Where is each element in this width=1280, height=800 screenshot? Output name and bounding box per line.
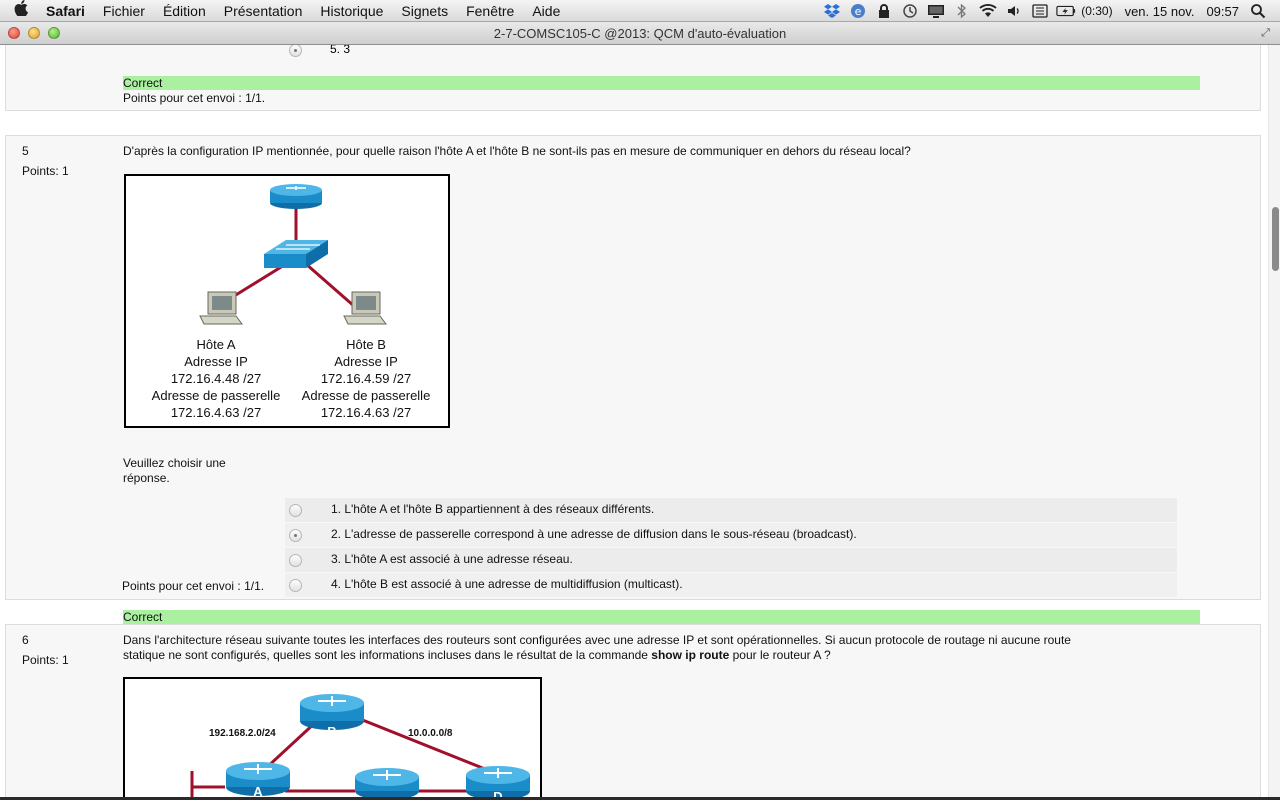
close-window-button[interactable] (8, 27, 20, 39)
question-box-4: 5. 3 Correct Points pour cet envoi : 1/1… (5, 45, 1261, 111)
battery-icon[interactable] (1056, 3, 1076, 19)
question-box-6: 6 Points: 1 Dans l'architecture réseau s… (5, 624, 1261, 797)
lock-icon[interactable] (874, 3, 894, 19)
zoom-window-button[interactable] (48, 27, 60, 39)
battery-time: (0:30) (1081, 4, 1113, 18)
menubar-date[interactable]: ven. 15 nov. (1119, 4, 1201, 19)
command-text: show ip route (651, 648, 730, 662)
host-b-name: Hôte B (346, 337, 386, 352)
pc-host-b-icon (343, 291, 387, 325)
host-b-label-block: Hôte B Adresse IP 172.16.4.59 /27 Adress… (286, 336, 446, 421)
router-topology-graphic: B A D 192.168.2.0/24 10.0.0.0/8 (190, 694, 530, 797)
menu-bar: Safari Fichier Édition Présentation Hist… (0, 0, 1280, 22)
answer-radio-selected[interactable] (289, 45, 302, 57)
host-a-gw-label: Adresse de passerelle (151, 388, 281, 403)
answer-label: 3. L'hôte A est associé à une adresse ré… (331, 552, 573, 566)
answer-radio[interactable] (289, 579, 302, 592)
points-awarded: Points pour cet envoi : 1/1. (123, 91, 266, 105)
question-points: Points: 1 (22, 653, 69, 667)
answer-option-1[interactable]: 1. L'hôte A et l'hôte B appartiennent à … (285, 498, 1177, 522)
host-a-ip-label: Adresse IP (184, 354, 248, 369)
answer-option-4[interactable]: 4. L'hôte B est associé à une adresse de… (285, 573, 1177, 597)
host-b-gw-label: Adresse de passerelle (301, 388, 431, 403)
volume-icon[interactable] (1004, 3, 1024, 19)
menu-presentation[interactable]: Présentation (215, 3, 312, 19)
router-topology-diagram: B A D 192.168.2.0/24 10.0.0.0/8 (123, 677, 542, 797)
question-number: 6 (22, 633, 29, 647)
window-controls (8, 27, 60, 39)
display-icon[interactable] (926, 3, 946, 19)
time-machine-icon[interactable] (900, 3, 920, 19)
menu-fenetre[interactable]: Fenêtre (457, 3, 523, 19)
topology-graphic (199, 184, 387, 325)
answer-radio-selected[interactable] (289, 529, 302, 542)
question-points: Points: 1 (22, 164, 69, 178)
minimize-window-button[interactable] (28, 27, 40, 39)
spotlight-search-icon[interactable] (1248, 3, 1268, 19)
question-number: 5 (22, 144, 29, 158)
question-text-line-1: Dans l'architecture réseau suivante tout… (123, 633, 1071, 647)
router-c-icon (355, 768, 419, 797)
status-area: e (0:30) ven. 15 nov. 09:57 (819, 0, 1280, 22)
dropbox-icon[interactable] (822, 3, 842, 19)
answer-label: 4. L'hôte B est associé à une adresse de… (331, 577, 683, 591)
router-icon (270, 184, 322, 209)
question-text: D'après la configuration IP mentionnée, … (123, 144, 911, 158)
vertical-scrollbar[interactable] (1268, 45, 1280, 797)
host-a-label-block: Hôte A Adresse IP 172.16.4.48 /27 Adress… (126, 336, 306, 421)
answer-label: 2. L'adresse de passerelle correspond à … (331, 527, 857, 541)
menu-app-safari[interactable]: Safari (42, 3, 94, 19)
answer-option-2[interactable]: 2. L'adresse de passerelle correspond à … (285, 523, 1177, 547)
choose-answer-prompt: Veuillez choisir une réponse. (123, 456, 226, 485)
answer-radio[interactable] (289, 504, 302, 517)
answer-option: 5. 3 (330, 45, 351, 56)
network-diagram: Hôte A Adresse IP 172.16.4.48 /27 Adress… (124, 174, 450, 428)
host-b-ip: 172.16.4.59 /27 (320, 371, 412, 386)
points-awarded: Points pour cet envoi : 1/1. (122, 579, 265, 593)
svg-text:e: e (855, 5, 862, 18)
feedback-correct: Correct (123, 610, 1200, 624)
answer-option-3[interactable]: 3. L'hôte A est associé à une adresse ré… (285, 548, 1177, 572)
menu-signets[interactable]: Signets (392, 3, 457, 19)
menu-edition[interactable]: Édition (154, 3, 215, 19)
network-label-2: 10.0.0.0/8 (408, 728, 453, 739)
question-text-line-2: statique ne sont configurés, quelles son… (123, 648, 831, 663)
scrollbar-thumb[interactable] (1272, 207, 1279, 271)
host-a-ip: 172.16.4.48 /27 (170, 371, 262, 386)
switch-icon (264, 240, 328, 268)
question-text-part: pour le routeur A ? (729, 648, 831, 662)
answer-label: 1. L'hôte A et l'hôte B appartiennent à … (331, 502, 655, 516)
host-a-name: Hôte A (196, 337, 236, 352)
menubar-time[interactable]: 09:57 (1200, 4, 1245, 19)
router-b-label: B (327, 724, 336, 739)
bluetooth-icon[interactable] (952, 3, 972, 19)
apple-menu-icon[interactable] (0, 0, 42, 21)
question-text-part: statique ne sont configurés, quelles son… (123, 648, 652, 662)
network-label-1: 192.168.2.0/24 (209, 728, 276, 739)
host-a-gw: 172.16.4.63 /27 (170, 405, 262, 420)
fullscreen-icon[interactable]: ⤢ (1259, 27, 1272, 40)
menu-historique[interactable]: Historique (311, 3, 392, 19)
sync-e-icon[interactable]: e (848, 3, 868, 19)
router-a-label: A (253, 784, 263, 797)
feedback-correct: Correct (123, 76, 1200, 90)
host-b-gw: 172.16.4.63 /27 (320, 405, 412, 420)
pc-host-a-icon (199, 291, 243, 325)
wifi-icon[interactable] (978, 3, 998, 19)
page-content: 5. 3 Correct Points pour cet envoi : 1/1… (0, 45, 1268, 797)
window-title: 2-7-COMSC105-C @2013: QCM d'auto-évaluat… (493, 26, 787, 41)
menu-aide[interactable]: Aide (523, 3, 569, 19)
host-b-ip-label: Adresse IP (334, 354, 398, 369)
menu-fichier[interactable]: Fichier (94, 3, 154, 19)
keyboard-icon[interactable] (1030, 3, 1050, 19)
answer-radio[interactable] (289, 554, 302, 567)
question-box-5: 5 Points: 1 D'après la configuration IP … (5, 135, 1261, 624)
router-d-label: D (493, 789, 502, 797)
window-titlebar: 2-7-COMSC105-C @2013: QCM d'auto-évaluat… (0, 22, 1280, 45)
